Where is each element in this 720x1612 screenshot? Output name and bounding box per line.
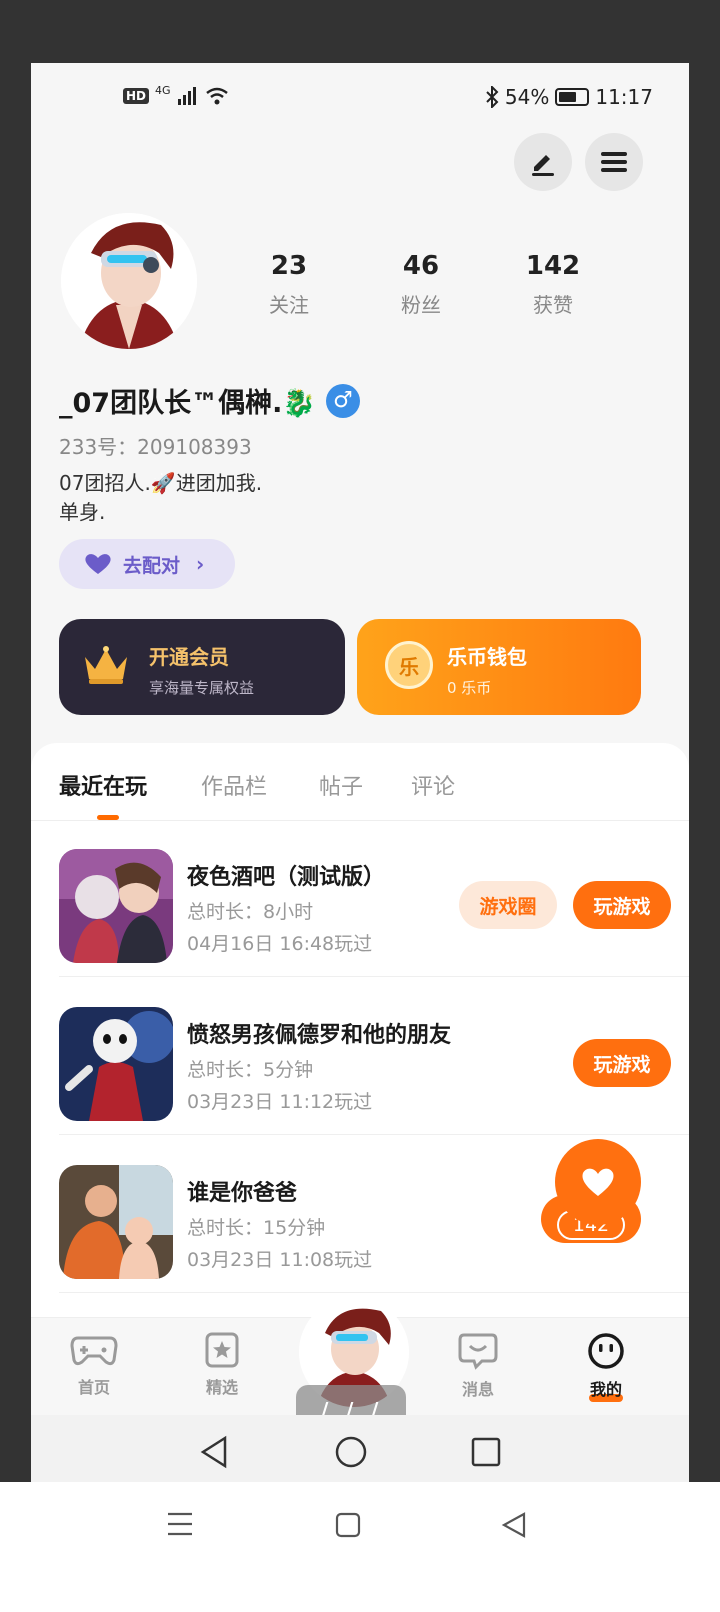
stat-value: 142: [525, 251, 581, 281]
game-title: 夜色酒吧（测试版）: [187, 865, 386, 890]
username: _07团队长™偶榊.🐉 ♂: [59, 381, 360, 420]
coin-char: 乐: [399, 654, 419, 679]
outer-system-nav-bar: [0, 1482, 720, 1612]
nav-featured[interactable]: 精选: [177, 1332, 267, 1398]
nav-messages[interactable]: 消息: [433, 1332, 523, 1400]
user-id: 233号：209108393: [59, 435, 252, 459]
stat-label: 关注: [269, 293, 309, 317]
home-icon[interactable]: [334, 1435, 368, 1469]
stat-following[interactable]: 23 关注: [229, 251, 349, 318]
stat-followers[interactable]: 46 粉丝: [361, 251, 481, 318]
list-item[interactable]: 夜色酒吧（测试版） 总时长：8小时 04月16日 16:48玩过 游戏圈 玩游戏: [59, 821, 689, 977]
game-circle-button[interactable]: 游戏圈: [459, 881, 557, 929]
pencil-icon: [532, 155, 554, 176]
content-sheet: 最近在玩 作品栏 帖子 评论 夜色酒吧（测试版） 总时长：8小时 04月16日 …: [31, 743, 689, 1383]
coin-icon: 乐: [385, 641, 433, 689]
username-text: _07团队长™偶榊.🐉: [59, 388, 316, 419]
back-icon[interactable]: [199, 1435, 229, 1469]
tab-comments[interactable]: 评论: [411, 769, 455, 801]
chat-bubble-icon: [458, 1333, 498, 1370]
stat-likes[interactable]: 142 获赞: [493, 251, 613, 318]
match-button[interactable]: 去配对 ›: [59, 539, 235, 589]
clock: 11:17: [595, 85, 653, 109]
nav-label: 首页: [77, 1378, 110, 1397]
game-duration: 总时长：5分钟: [187, 1059, 314, 1081]
game-duration: 总时长：8小时: [187, 901, 314, 923]
menu-button[interactable]: [585, 133, 643, 191]
nav-home[interactable]: 首页: [49, 1332, 139, 1398]
home-square-icon[interactable]: [335, 1512, 361, 1538]
nav-label: 精选: [205, 1378, 238, 1397]
game-last-played: 03月23日 11:08玩过: [187, 1249, 373, 1271]
battery-icon: [555, 88, 590, 106]
status-bar: HD 4G 54% 11:17: [31, 83, 689, 115]
game-title: 谁是你爸爸: [187, 1181, 298, 1206]
network-type: 4G: [155, 83, 171, 97]
wifi-icon: [205, 87, 228, 105]
wallet-title: 乐币钱包: [447, 645, 527, 669]
vip-title: 开通会员: [149, 645, 229, 669]
back-icon[interactable]: [500, 1511, 528, 1539]
list-item[interactable]: 愤怒男孩佩德罗和他的朋友 总时长：5分钟 03月23日 11:12玩过 玩游戏: [59, 979, 689, 1135]
avatar-image: [61, 213, 197, 349]
chevron-right-icon: ›: [196, 552, 205, 576]
star-bookmark-icon: [205, 1332, 239, 1368]
menu-lines-icon[interactable]: [166, 1511, 194, 1537]
stat-label: 粉丝: [401, 293, 441, 317]
tab-indicator: [97, 815, 119, 820]
smiley-face-icon: [588, 1333, 624, 1369]
vip-subtitle: 享海量专属权益: [149, 679, 255, 697]
game-thumbnail: [59, 1007, 173, 1121]
heart-icon: [85, 554, 111, 574]
play-game-button[interactable]: 玩游戏: [573, 881, 671, 929]
avatar[interactable]: [61, 213, 197, 349]
tab-recent[interactable]: 最近在玩: [59, 769, 147, 801]
edit-profile-button[interactable]: [514, 133, 572, 191]
stat-value: 23: [270, 251, 308, 281]
game-thumbnail: [59, 1165, 173, 1279]
tab-posts[interactable]: 帖子: [319, 769, 363, 801]
bluetooth-icon: [486, 86, 499, 108]
nav-me[interactable]: 我的: [561, 1332, 651, 1402]
battery-percent: 54%: [504, 85, 550, 109]
like-button[interactable]: [555, 1139, 641, 1225]
match-label: 去配对: [123, 554, 181, 577]
wallet-card[interactable]: 乐 乐币钱包 0 乐币: [357, 619, 641, 715]
tab-works[interactable]: 作品栏: [201, 769, 267, 801]
nav-label: 消息: [461, 1380, 494, 1399]
play-game-button[interactable]: 玩游戏: [573, 1039, 671, 1087]
app-screen: HD 4G 54% 11:17 23 关注 46 粉丝 142 获赞 _07团队…: [31, 63, 689, 1525]
stat-label: 获赞: [533, 293, 573, 317]
stat-value: 46: [402, 251, 440, 281]
hamburger-icon: [601, 152, 627, 172]
gamepad-icon: [70, 1336, 118, 1366]
game-thumbnail: [59, 849, 173, 963]
game-title: 愤怒男孩佩德罗和他的朋友: [187, 1023, 452, 1048]
crown-icon: [85, 646, 127, 684]
hd-icon: HD: [123, 88, 150, 104]
male-gender-icon: ♂: [325, 383, 360, 418]
tab-bar: 最近在玩 作品栏 帖子 评论: [31, 743, 689, 821]
game-last-played: 04月16日 16:48玩过: [187, 933, 373, 955]
signal-icon: [177, 87, 196, 105]
wallet-balance: 0 乐币: [447, 679, 492, 697]
heart-icon: [582, 1168, 614, 1196]
vip-card[interactable]: 开通会员 享海量专属权益: [59, 619, 345, 715]
recents-icon[interactable]: [471, 1437, 501, 1467]
game-duration: 总时长：15分钟: [187, 1217, 326, 1239]
nav-label: 我的: [589, 1380, 622, 1399]
game-last-played: 03月23日 11:12玩过: [187, 1091, 373, 1113]
user-bio: 07团招人.🚀进团加我. 单身.: [59, 471, 263, 524]
